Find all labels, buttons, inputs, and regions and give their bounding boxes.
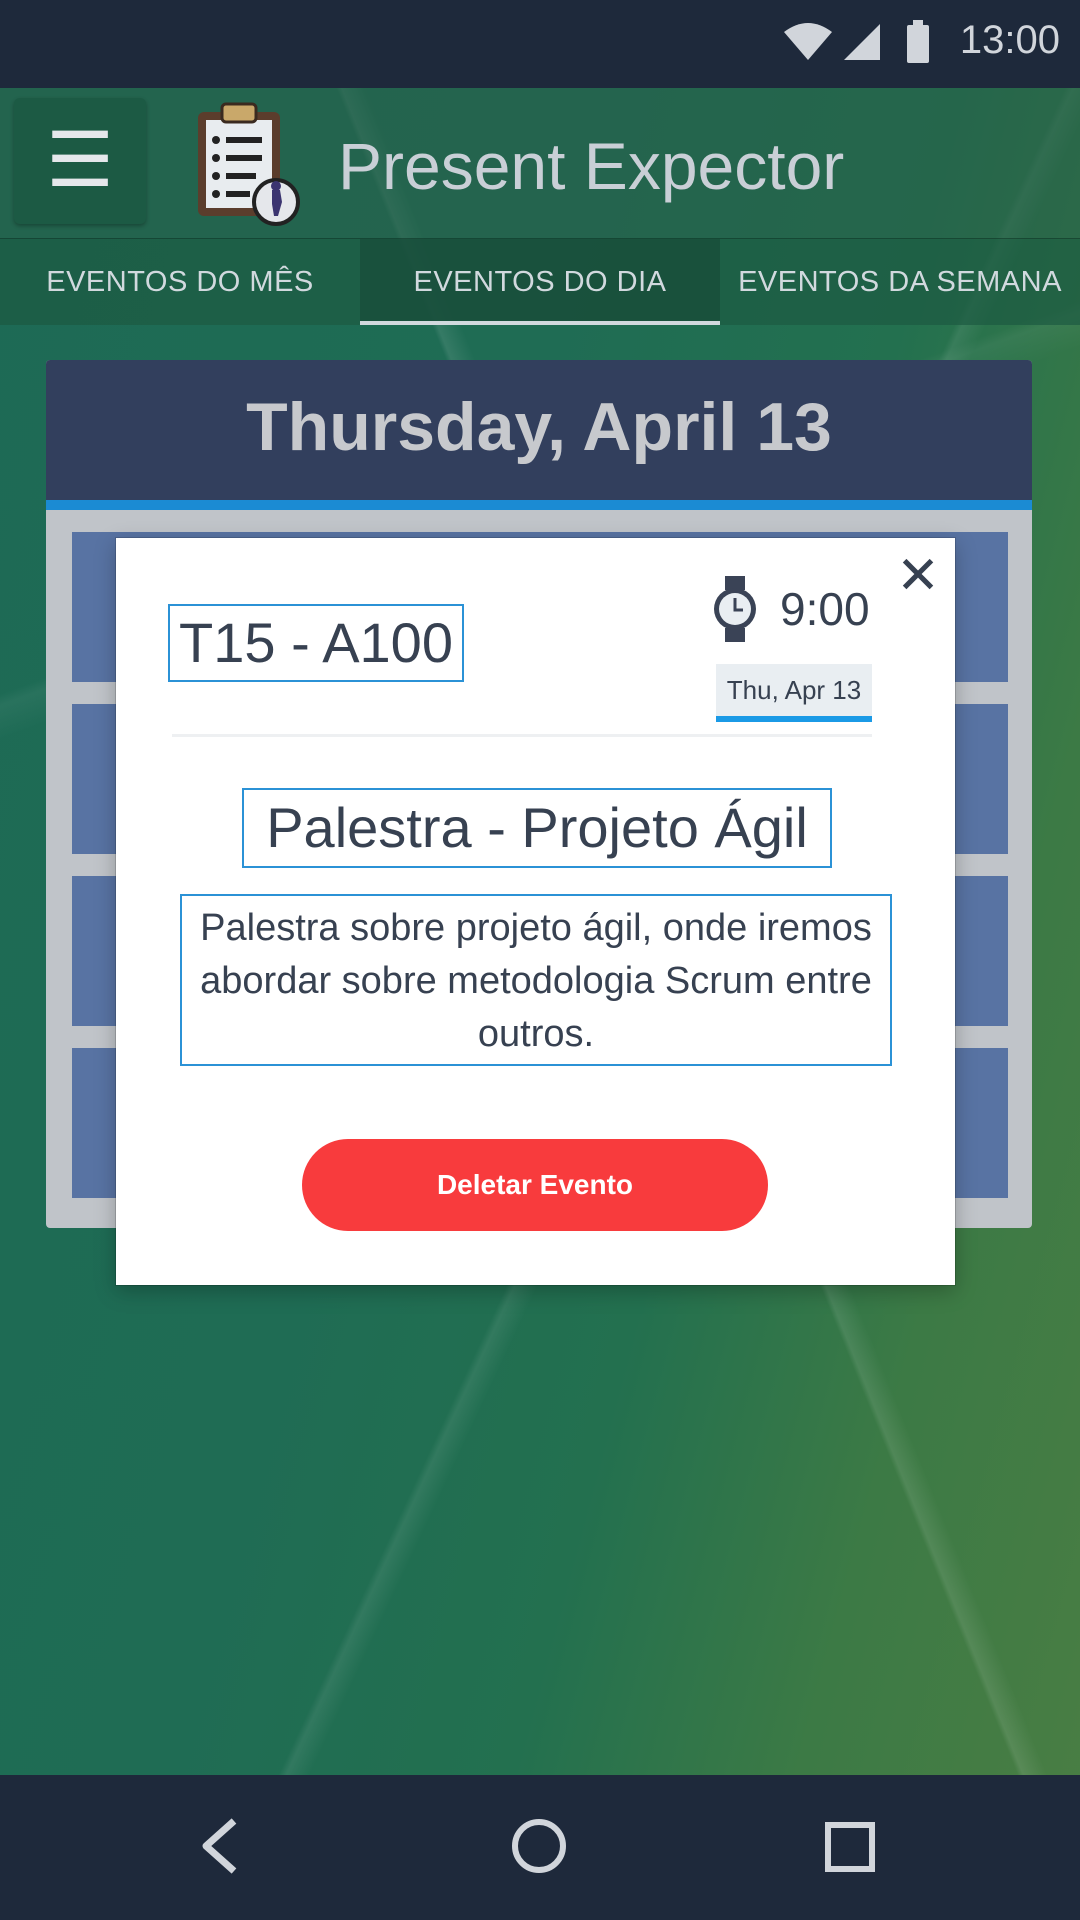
menu-button[interactable]: ☰ <box>14 98 146 224</box>
tab-eventos-da-semana[interactable]: EVENTOS DA SEMANA <box>720 239 1080 325</box>
tab-eventos-do-mes[interactable]: EVENTOS DO MÊS <box>0 239 360 325</box>
clipboard-checklist-icon <box>190 98 306 228</box>
watch-icon <box>712 576 758 647</box>
tab-bar: EVENTOS DO MÊS EVENTOS DO DIA EVENTOS DA… <box>0 238 1080 325</box>
event-room: T15 - A100 <box>168 604 464 682</box>
status-time: 13:00 <box>959 18 1060 62</box>
day-header: Thursday, April 13 <box>46 360 1032 510</box>
event-time: 9:00 <box>780 583 870 635</box>
delete-event-button[interactable]: Deletar Evento <box>302 1139 768 1231</box>
back-icon[interactable] <box>196 1817 246 1880</box>
signal-icon <box>842 22 882 67</box>
app-bar: ☰ Present Expector <box>0 88 1080 238</box>
app-title: Present Expector <box>338 129 845 203</box>
divider <box>172 734 872 737</box>
event-title: Palestra - Projeto Ágil <box>242 788 832 868</box>
tab-eventos-do-dia[interactable]: EVENTOS DO DIA <box>360 239 720 325</box>
hamburger-icon: ☰ <box>45 118 115 203</box>
event-detail-modal: ✕ T15 - A100 9:00 Thu, Apr 13 Palestra -… <box>116 538 955 1285</box>
home-icon[interactable] <box>510 1817 568 1880</box>
event-date-chip: Thu, Apr 13 <box>716 664 872 722</box>
day-title: Thursday, April 13 <box>246 389 832 465</box>
battery-icon <box>906 20 930 69</box>
close-icon[interactable]: ✕ <box>894 550 942 602</box>
recent-apps-icon[interactable] <box>824 1821 876 1878</box>
event-description: Palestra sobre projeto ágil, onde iremos… <box>180 894 892 1066</box>
wifi-icon <box>782 22 834 67</box>
status-bar: 13:00 <box>0 0 1080 88</box>
nav-bar <box>0 1775 1080 1920</box>
